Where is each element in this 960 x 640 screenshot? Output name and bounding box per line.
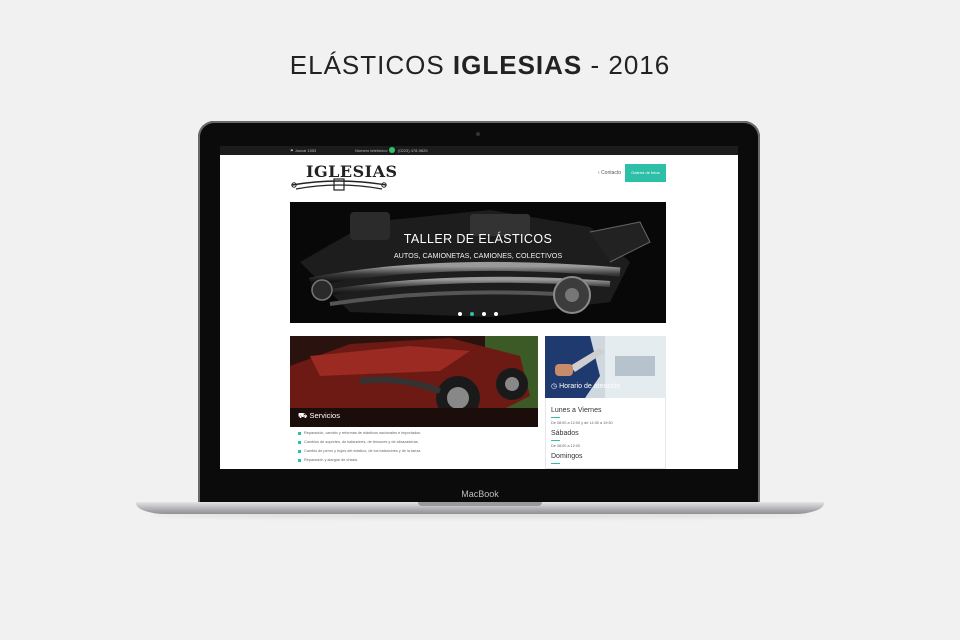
headline-brand: IGLESIAS bbox=[452, 50, 583, 80]
service-text: Reparación y alargue de chasis. bbox=[304, 458, 359, 462]
schedule-hours-saturday: De 08:00 a 12:00 bbox=[551, 444, 581, 448]
schedule-hours-weekdays: De 08:00 a 12:00 y de 14:30 a 19:30 bbox=[551, 421, 613, 425]
site-topbar: ⚑ Juncal 1553 Número telefónico (0223) 4… bbox=[220, 146, 738, 155]
service-text: Cambios de soportes, de balancines, de t… bbox=[304, 440, 419, 444]
list-item: Reparación, cambio y reformas de elástic… bbox=[290, 429, 538, 438]
schedule-day-saturday: Sábados bbox=[551, 430, 579, 437]
hero-suspension-image bbox=[290, 202, 666, 323]
nav-gallery-button[interactable]: Galería de fotos bbox=[625, 164, 666, 182]
nav-contact-link[interactable]: ‹ Contacto bbox=[598, 170, 621, 176]
whatsapp-icon bbox=[389, 147, 395, 153]
slider-dot-1[interactable] bbox=[458, 312, 462, 316]
list-item: Reparación y alargue de chasis. bbox=[290, 456, 538, 465]
bullet-icon bbox=[298, 450, 301, 453]
schedule-day-weekdays: Lunes a Viernes bbox=[551, 407, 602, 414]
schedule-title: ◷ Horario de atención bbox=[551, 383, 621, 390]
schedule-title-text: Horario de atención bbox=[559, 383, 621, 390]
service-text: Reparación, cambio y reformas de elástic… bbox=[304, 431, 422, 435]
website-screen: ⚑ Juncal 1553 Número telefónico (0223) 4… bbox=[220, 146, 738, 469]
services-list: Reparación, cambio y reformas de elástic… bbox=[290, 429, 538, 465]
slider-dot-3[interactable] bbox=[482, 312, 486, 316]
headline-part1: ELÁSTICOS bbox=[289, 50, 453, 80]
list-item: Cambio de perno y bujes del elástico, de… bbox=[290, 447, 538, 456]
schedule-day-sunday: Domingos bbox=[551, 453, 583, 460]
logo-text: IGLESIAS bbox=[306, 162, 398, 181]
service-text: Cambio de perno y bujes del elástico, de… bbox=[304, 449, 422, 453]
location-info: ⚑ Juncal 1553 bbox=[290, 148, 317, 153]
day-underline bbox=[551, 417, 560, 418]
bullet-icon bbox=[298, 432, 301, 435]
headline-part2: - 2016 bbox=[582, 50, 671, 80]
day-underline bbox=[551, 440, 560, 441]
laptop-notch bbox=[418, 502, 542, 506]
slider-dot-4[interactable] bbox=[494, 312, 498, 316]
hero-subtitle: AUTOS, CAMIONETAS, CAMIONES, COLECTIVOS bbox=[393, 251, 563, 260]
bullet-icon bbox=[298, 441, 301, 444]
hero-slider[interactable]: TALLER DE ELÁSTICOS AUTOS, CAMIONETAS, C… bbox=[290, 202, 666, 323]
slider-dot-2[interactable] bbox=[470, 312, 474, 316]
phone-number[interactable]: (0223) 478-9826 bbox=[398, 148, 428, 153]
day-underline bbox=[551, 463, 560, 464]
services-title-text: Servicios bbox=[309, 411, 340, 420]
phone-label: Número telefónico bbox=[355, 148, 388, 153]
page-headline: ELÁSTICOS IGLESIAS - 2016 bbox=[0, 50, 960, 81]
services-title: ⛟ Servicios bbox=[298, 411, 340, 420]
location-text: Juncal 1553 bbox=[294, 148, 317, 153]
webcam bbox=[476, 132, 480, 136]
bullet-icon bbox=[298, 459, 301, 462]
hero-title: TALLER DE ELÁSTICOS bbox=[403, 232, 553, 246]
device-label: MacBook bbox=[461, 489, 499, 499]
list-item: Cambios de soportes, de balancines, de t… bbox=[290, 438, 538, 447]
